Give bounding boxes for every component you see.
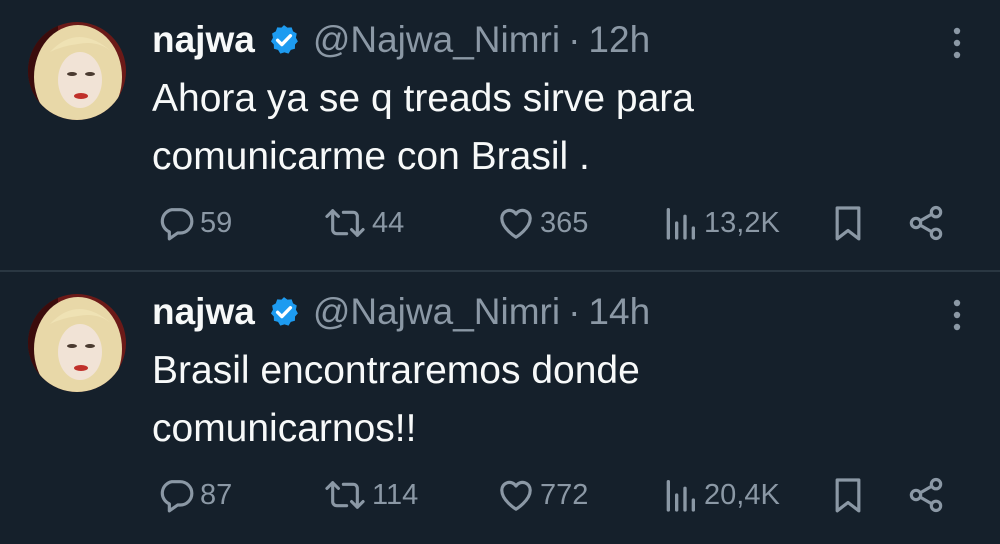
more-options-icon[interactable] bbox=[952, 26, 962, 60]
bookmark-icon bbox=[835, 206, 861, 241]
reply-button[interactable]: 59 bbox=[156, 196, 232, 250]
separator-dot: · bbox=[568, 291, 581, 332]
author-handle[interactable]: @Najwa_Nimri bbox=[313, 19, 560, 61]
bookmark-button[interactable] bbox=[828, 196, 868, 250]
timestamp[interactable]: 14h bbox=[588, 291, 650, 333]
bookmark-icon bbox=[835, 478, 861, 513]
like-button[interactable]: 772 bbox=[496, 468, 588, 522]
retweet-count: 114 bbox=[372, 478, 419, 511]
views-chart-icon bbox=[666, 208, 695, 240]
tweet-header: najwa @Najwa_Nimri · 12h bbox=[152, 14, 650, 66]
heart-icon bbox=[500, 480, 532, 511]
verified-icon bbox=[270, 297, 298, 326]
bookmark-button[interactable] bbox=[828, 468, 868, 522]
tweet-text-line: comunicarme con Brasil . bbox=[152, 135, 590, 178]
reply-icon bbox=[160, 480, 194, 513]
like-count: 772 bbox=[540, 478, 589, 511]
verified-icon bbox=[270, 25, 298, 54]
heart-icon bbox=[500, 208, 532, 239]
views-button[interactable]: 13,2K bbox=[660, 196, 780, 250]
reply-icon bbox=[160, 208, 194, 241]
reply-count: 87 bbox=[200, 478, 233, 511]
avatar[interactable] bbox=[28, 294, 126, 392]
views-button[interactable]: 20,4K bbox=[660, 468, 780, 522]
tweet-text: Ahora ya se q treads sirve para comunica… bbox=[152, 70, 932, 186]
view-count: 13,2K bbox=[704, 206, 780, 239]
avatar[interactable] bbox=[28, 22, 126, 120]
tweet-text-line: comunicarnos!! bbox=[152, 407, 417, 450]
tweet-text-line: Ahora ya se q treads sirve para bbox=[152, 77, 694, 120]
action-bar: 59 44 365 13,2K bbox=[0, 196, 1000, 250]
tweet[interactable]: najwa @Najwa_Nimri · 14h Brasil encontra… bbox=[0, 272, 1000, 544]
tweet-text-line: Brasil encontraremos donde bbox=[152, 349, 640, 392]
share-button[interactable] bbox=[906, 468, 946, 522]
tweet[interactable]: najwa @Najwa_Nimri · 12h Ahora ya se q t… bbox=[0, 0, 1000, 272]
retweet-button[interactable]: 44 bbox=[322, 196, 404, 250]
more-options-icon[interactable] bbox=[952, 298, 962, 332]
tweet-header: najwa @Najwa_Nimri · 14h bbox=[152, 286, 650, 338]
view-count: 20,4K bbox=[704, 478, 780, 511]
share-icon bbox=[909, 477, 943, 513]
like-button[interactable]: 365 bbox=[496, 196, 588, 250]
action-bar: 87 114 772 20,4K bbox=[0, 468, 1000, 522]
retweet-button[interactable]: 114 bbox=[322, 468, 418, 522]
retweet-icon bbox=[325, 481, 365, 509]
reply-count: 59 bbox=[200, 206, 233, 239]
tweet-text: Brasil encontraremos donde comunicarnos!… bbox=[152, 342, 932, 458]
share-icon bbox=[909, 205, 943, 241]
views-chart-icon bbox=[666, 480, 695, 512]
like-count: 365 bbox=[540, 206, 589, 239]
author-name[interactable]: najwa bbox=[152, 19, 255, 61]
separator-dot: · bbox=[568, 19, 581, 60]
reply-button[interactable]: 87 bbox=[156, 468, 232, 522]
retweet-icon bbox=[325, 209, 365, 237]
retweet-count: 44 bbox=[372, 206, 405, 239]
timestamp[interactable]: 12h bbox=[588, 19, 650, 61]
author-name[interactable]: najwa bbox=[152, 291, 255, 333]
share-button[interactable] bbox=[906, 196, 946, 250]
author-handle[interactable]: @Najwa_Nimri bbox=[313, 291, 560, 333]
